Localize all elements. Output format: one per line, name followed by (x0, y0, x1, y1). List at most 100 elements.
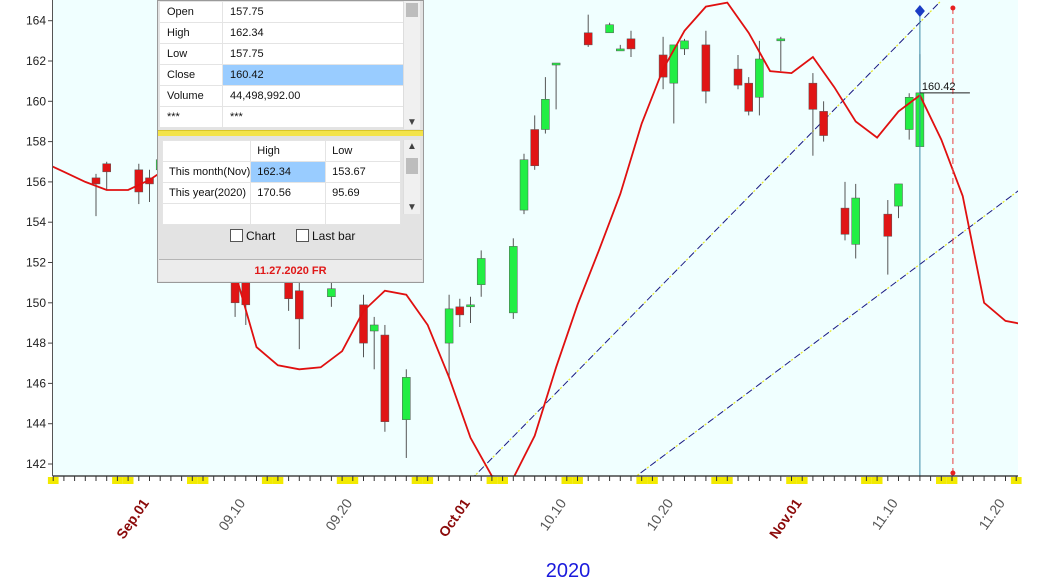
range-header-high: High (250, 140, 327, 162)
range-header-low: Low (325, 140, 401, 162)
x-tick-label: 10.20 (643, 495, 676, 533)
quote-row-high: High 162.34 (159, 22, 405, 44)
candle-body (476, 258, 486, 285)
quote-label: High (159, 22, 223, 44)
y-tick-label: 158 (26, 135, 46, 149)
y-tick-label: 146 (26, 376, 46, 390)
y-tick-label: 150 (26, 296, 46, 310)
quote-row-volume: Volume 44,498,992.00 (159, 85, 405, 107)
range-low-value: 153.67 (325, 161, 401, 183)
x-tick-label: 11.20 (975, 495, 1008, 532)
y-tick-label: 162 (26, 54, 46, 68)
quote-row-extra: *** *** (159, 106, 405, 128)
candle-body (851, 197, 860, 245)
range-scroll-thumb[interactable] (406, 158, 418, 174)
quote-value: 162.34 (222, 22, 405, 44)
range-row-month: This month(Nov) 162.34 153.67 (161, 161, 401, 183)
quote-scroll-thumb[interactable] (406, 3, 418, 17)
range-high-value: 170.56 (250, 182, 327, 204)
x-tick-label: Oct.01 (435, 495, 473, 539)
candle-body (551, 62, 561, 66)
checkbox-box-icon[interactable] (296, 229, 309, 242)
candle-body (284, 282, 293, 300)
y-tick-label: 148 (26, 336, 46, 350)
candle-body (380, 334, 390, 422)
candle-body (840, 207, 850, 235)
checkbox-box-icon[interactable] (230, 229, 243, 242)
x-tick-label: 09.10 (215, 495, 248, 533)
y-tick-label: 152 (26, 256, 46, 270)
chart-options: Chart Last bar (158, 219, 423, 255)
candle-body (541, 99, 550, 130)
quote-scrollbar[interactable]: ▼ (403, 1, 420, 129)
quote-label: *** (159, 106, 223, 128)
candle-body (102, 163, 111, 173)
scroll-down-icon[interactable]: ▼ (404, 117, 420, 128)
chart-checkbox[interactable]: Chart (230, 229, 275, 243)
candle-body (819, 111, 828, 136)
quote-value: 157.75 (222, 1, 405, 23)
quote-row-low: Low 157.75 (159, 43, 405, 65)
candle-body (295, 290, 304, 320)
y-tick-label: 164 (26, 14, 46, 28)
candle-body (626, 38, 636, 50)
range-table: High Low This month(Nov) 162.34 153.67 This… (161, 140, 401, 225)
quote-label: Low (159, 43, 223, 65)
plot-left-border (52, 0, 53, 476)
cursor-top-dot (950, 5, 956, 11)
y-tick-label: 154 (26, 215, 46, 229)
candle-body (680, 40, 689, 50)
candle-body (733, 68, 743, 86)
quote-label: Close (159, 64, 223, 86)
last-bar-checkbox-label: Last bar (312, 229, 356, 243)
range-low-value: 95.69 (325, 182, 401, 204)
candle-body (605, 24, 614, 34)
range-header-blank (161, 140, 252, 162)
candle-body (616, 48, 625, 52)
range-high-value: 162.34 (250, 161, 327, 183)
x-tick-label: 10.10 (536, 495, 569, 533)
candle-body (455, 306, 465, 316)
candle-body (444, 308, 454, 344)
range-header-row: High Low (161, 140, 401, 162)
scroll-down-icon[interactable]: ▼ (404, 202, 420, 213)
quote-value: *** (222, 106, 405, 128)
quote-value: 44,498,992.00 (222, 85, 405, 107)
x-tick-label: 11.10 (868, 495, 901, 532)
range-row-year: This year(2020) 170.56 95.69 (161, 182, 401, 204)
y-tick-label: 160 (26, 94, 46, 108)
candle-body (583, 32, 593, 46)
x-tick-label: 09.20 (322, 495, 355, 533)
candle-body (755, 58, 764, 98)
range-label: This year(2020) (161, 182, 252, 204)
y-tick-label: 142 (26, 457, 46, 471)
y-axis: 142 144 146 148 150 152 154 156 158 160 162 164 (26, 14, 53, 471)
range-label: This month(Nov) (161, 161, 252, 183)
candle-body (509, 246, 518, 314)
candle-body (466, 304, 475, 308)
panel-splitter[interactable] (158, 130, 423, 136)
candle-body (134, 169, 144, 193)
quote-label: Volume (159, 85, 223, 107)
last-bar-checkbox[interactable]: Last bar (296, 229, 355, 243)
scroll-up-icon[interactable]: ▲ (404, 141, 420, 152)
quote-value: 157.75 (222, 43, 405, 65)
candle-body (883, 213, 893, 237)
range-scrollbar[interactable]: ▲ ▼ (403, 140, 420, 214)
info-panel: Open 157.75 High 162.34 Low 157.75 Close 160… (157, 0, 424, 283)
candle-body (327, 288, 336, 298)
x-tick-label: Sep.01 (113, 495, 152, 541)
candle-body (369, 324, 379, 332)
x-axis: Sep.01 09.10 09.20 Oct.01 10.10 10.20 Nov.01 11… (47, 475, 1022, 542)
quote-row-open: Open 157.75 (159, 1, 405, 23)
quote-value: 160.42 (222, 64, 405, 86)
candle-body (91, 177, 101, 185)
candle-body (776, 38, 786, 42)
candle-body (402, 377, 411, 420)
quote-table: Open 157.75 High 162.34 Low 157.75 Close 160… (159, 1, 405, 128)
quote-row-close: Close 160.42 (159, 64, 405, 86)
y-tick-label: 144 (26, 417, 46, 431)
candle-body (701, 44, 711, 92)
chart-checkbox-label: Chart (246, 229, 276, 243)
last-price-label: 160.42 (922, 81, 956, 93)
